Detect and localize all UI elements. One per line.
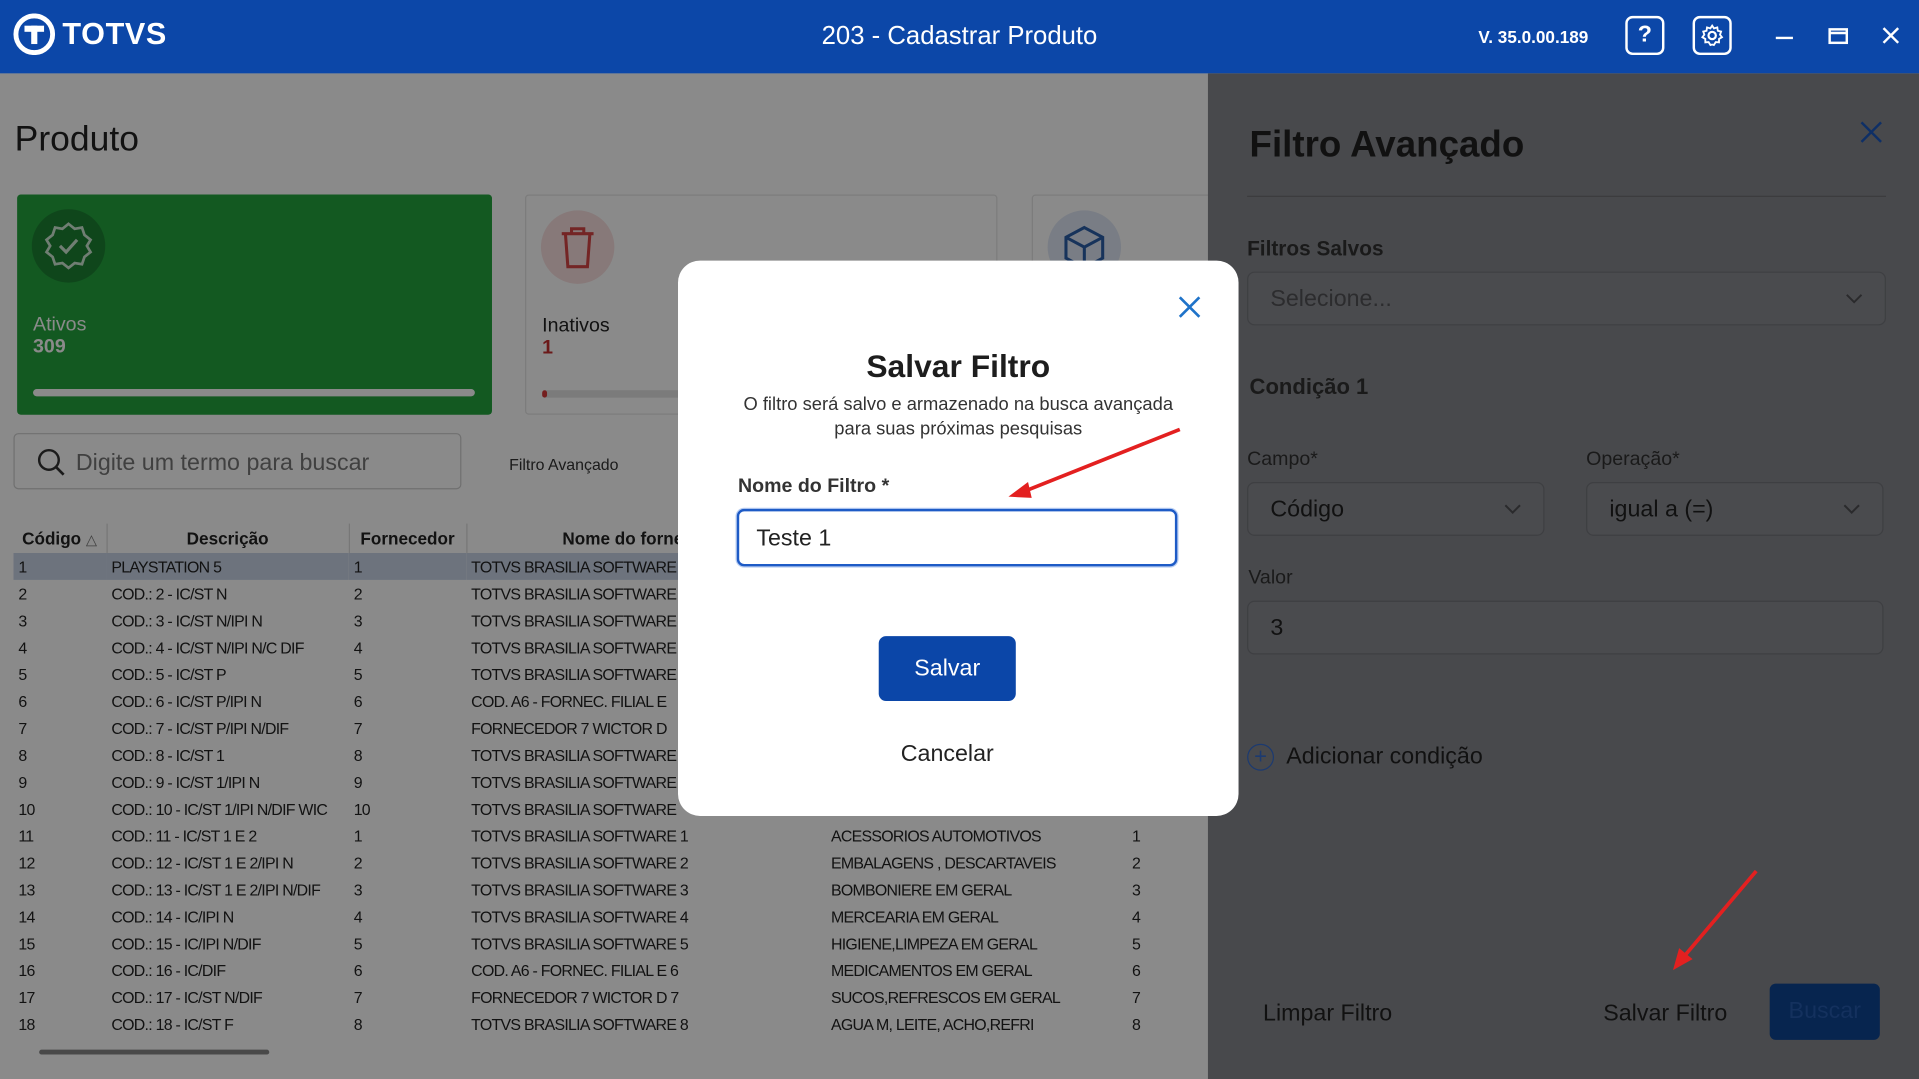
app-window: TOTVS 203 - Cadastrar Produto V. 35.0.00…	[0, 0, 1919, 1079]
annotation-arrow-name-field	[1008, 427, 1181, 498]
annotation-arrows	[1008, 427, 1758, 971]
annotation-arrow-save-filter	[1673, 869, 1758, 971]
